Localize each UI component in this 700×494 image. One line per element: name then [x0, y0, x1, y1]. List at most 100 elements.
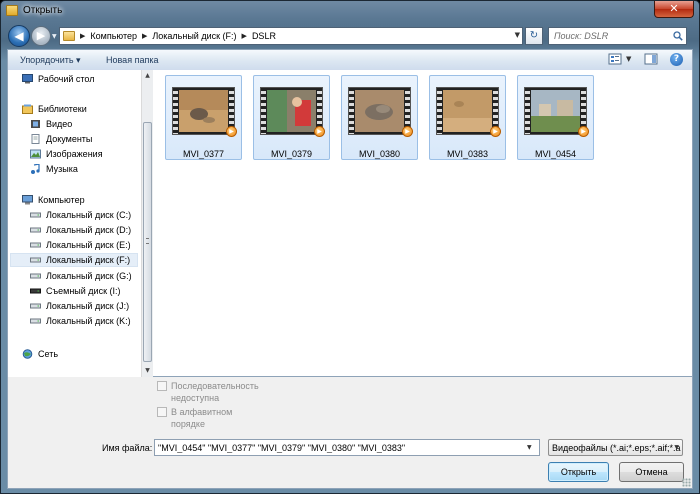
- video-thumbnail: ▶: [524, 87, 589, 137]
- checkbox-box[interactable]: [157, 407, 167, 417]
- file-item-mvi-0380[interactable]: ▶ MVI_0380: [341, 75, 418, 160]
- sidebar-item-documents[interactable]: Документы: [30, 132, 92, 146]
- sidebar-item-video[interactable]: Видео: [30, 117, 72, 131]
- sidebar-item-drive-e[interactable]: Локальный диск (E:): [30, 238, 131, 252]
- video-preview-image: [531, 90, 580, 132]
- chevron-right-icon[interactable]: ▶: [242, 32, 247, 40]
- folder-icon: [63, 31, 75, 41]
- sidebar-item-drive-c[interactable]: Локальный диск (C:): [30, 208, 131, 222]
- file-name: MVI_0454: [534, 149, 577, 159]
- scroll-up-button[interactable]: ▲: [142, 70, 153, 82]
- filename-dropdown[interactable]: ▼: [527, 444, 532, 451]
- sidebar-item-label: Локальный диск (K:): [46, 316, 131, 326]
- browser-area: Рабочий стол Библиотеки Видео Документы …: [7, 70, 693, 377]
- sidebar-item-drive-f[interactable]: Локальный диск (F:): [10, 253, 138, 267]
- sidebar-item-drive-j[interactable]: Локальный диск (J:): [30, 299, 129, 313]
- chevron-right-icon[interactable]: ▶: [80, 32, 85, 40]
- sidebar-item-drive-i[interactable]: Съемный диск (I:): [30, 284, 121, 298]
- video-preview-image: [355, 90, 404, 132]
- removable-drive-icon: [30, 288, 41, 294]
- filename-input[interactable]: [154, 439, 540, 456]
- back-button[interactable]: ◀: [8, 25, 30, 47]
- sidebar-item-label: Компьютер: [38, 195, 85, 205]
- address-bar[interactable]: ▶ Компьютер ▶ Локальный диск (F:) ▶ DSLR…: [59, 27, 523, 45]
- options-panel: Последовательность недоступна В алфавитн…: [7, 377, 693, 489]
- file-item-mvi-0379[interactable]: ▶ MVI_0379: [253, 75, 330, 160]
- file-name: MVI_0379: [270, 149, 313, 159]
- drive-icon: [30, 212, 41, 218]
- breadcrumb-drive-f[interactable]: Локальный диск (F:): [152, 31, 236, 41]
- resize-grip-icon[interactable]: [682, 478, 691, 487]
- sidebar-item-label: Видео: [46, 119, 73, 129]
- sequence-label: Последовательность недоступна: [171, 381, 259, 403]
- preview-pane-icon[interactable]: [644, 53, 658, 65]
- video-thumbnail: ▶: [348, 87, 413, 137]
- sidebar-item-network[interactable]: Сеть: [22, 347, 58, 361]
- file-type-select[interactable]: Видеофайлы (*.ai;*.eps;*.aif;*.a ▼: [548, 439, 683, 456]
- sidebar-item-drive-g[interactable]: Локальный диск (G:): [30, 269, 132, 283]
- sidebar-item-label: Локальный диск (D:): [46, 225, 132, 235]
- sidebar-item-computer[interactable]: Компьютер: [22, 193, 85, 207]
- film-strip: [261, 88, 266, 134]
- play-icon: ▶: [226, 126, 237, 137]
- cancel-button[interactable]: Отмена: [619, 462, 684, 482]
- checkbox-box[interactable]: [157, 381, 167, 391]
- sidebar-item-label: Съемный диск (I:): [46, 286, 121, 296]
- scrollbar-thumb[interactable]: [143, 122, 152, 362]
- title-bar[interactable]: Открыть ✕: [1, 1, 699, 21]
- breadcrumb-dslr[interactable]: DSLR: [252, 31, 276, 41]
- play-icon: ▶: [314, 126, 325, 137]
- open-button[interactable]: Открыть: [548, 462, 609, 482]
- film-strip: [525, 88, 530, 134]
- organize-button[interactable]: Упорядочить ▾: [20, 55, 81, 66]
- search-input[interactable]: Поиск: DSLR: [554, 31, 608, 41]
- play-icon: ▶: [490, 126, 501, 137]
- scroll-down-button[interactable]: ▼: [142, 365, 153, 377]
- documents-icon: [31, 134, 40, 144]
- file-item-mvi-0377[interactable]: ▶ MVI_0377: [165, 75, 242, 160]
- new-folder-button[interactable]: Новая папка: [106, 55, 158, 65]
- sidebar-item-label: Изображения: [46, 149, 103, 159]
- drive-icon: [30, 273, 41, 279]
- sidebar-item-music[interactable]: Музыка: [30, 162, 78, 176]
- drive-icon: [30, 257, 41, 263]
- drive-icon: [30, 242, 41, 248]
- search-box[interactable]: Поиск: DSLR: [548, 27, 687, 45]
- file-item-mvi-0383[interactable]: ▶ MVI_0383: [429, 75, 506, 160]
- navigation-pane[interactable]: Рабочий стол Библиотеки Видео Документы …: [8, 70, 141, 377]
- recent-locations-dropdown[interactable]: ▼: [52, 33, 57, 40]
- drive-icon: [30, 303, 41, 309]
- sidebar-item-label: Сеть: [38, 349, 59, 359]
- address-dropdown[interactable]: ▼: [515, 31, 520, 39]
- music-icon: [31, 164, 40, 174]
- close-button[interactable]: ✕: [654, 1, 694, 18]
- breadcrumb-computer[interactable]: Компьютер: [90, 31, 137, 41]
- file-type-value: Видеофайлы (*.ai;*.eps;*.aif;*.a: [552, 443, 681, 453]
- help-icon[interactable]: ?: [670, 53, 683, 66]
- desktop-icon: [22, 74, 33, 84]
- chevron-down-icon[interactable]: ▼: [674, 444, 679, 451]
- view-icon[interactable]: [608, 53, 622, 65]
- chevron-right-icon[interactable]: ▶: [142, 32, 147, 40]
- sidebar-item-label: Локальный диск (G:): [46, 271, 132, 281]
- sidebar-item-label: Локальный диск (J:): [46, 301, 130, 311]
- file-item-mvi-0454[interactable]: ▶ MVI_0454: [517, 75, 594, 160]
- folder-icon: [6, 5, 18, 16]
- forward-button[interactable]: ▶: [31, 26, 51, 46]
- refresh-button[interactable]: ↻: [525, 27, 543, 45]
- alphabetical-checkbox[interactable]: В алфавитном порядке: [157, 406, 247, 430]
- video-thumbnail: ▶: [172, 87, 237, 137]
- sidebar-item-drive-k[interactable]: Локальный диск (K:): [30, 314, 131, 328]
- video-library-icon: [31, 120, 40, 128]
- navigation-scrollbar[interactable]: ▲ ▼: [141, 70, 153, 377]
- sequence-checkbox[interactable]: Последовательность недоступна: [157, 380, 267, 404]
- view-options-dropdown[interactable]: ▼: [626, 55, 631, 63]
- sidebar-item-desktop[interactable]: Рабочий стол: [22, 72, 95, 86]
- sidebar-item-libraries[interactable]: Библиотеки: [22, 102, 87, 116]
- drive-icon: [30, 227, 41, 233]
- sidebar-item-pictures[interactable]: Изображения: [30, 147, 103, 161]
- sidebar-item-drive-d[interactable]: Локальный диск (D:): [30, 223, 131, 237]
- open-file-dialog: Открыть ✕ ◀ ▶ ▼ ▶ Компьютер ▶ Локальный …: [0, 0, 700, 494]
- search-icon[interactable]: [673, 31, 683, 41]
- sidebar-item-label: Документы: [46, 134, 93, 144]
